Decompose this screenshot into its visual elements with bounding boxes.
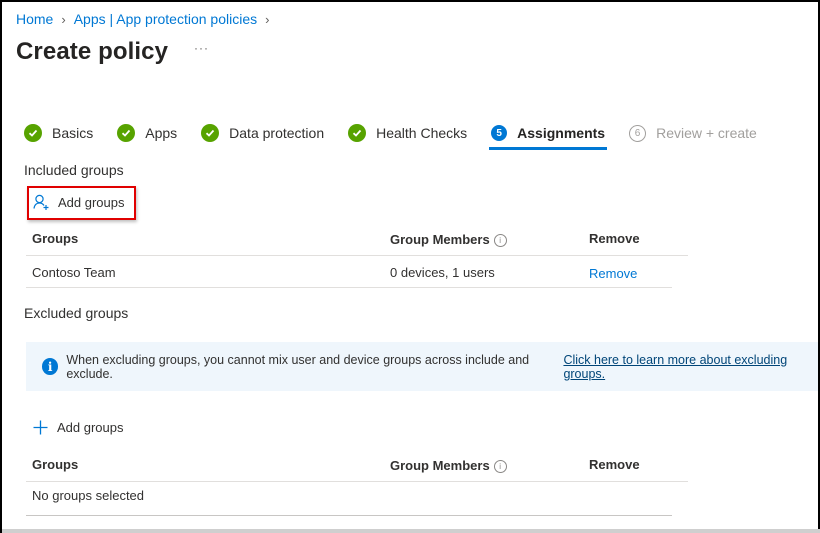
step-label: Assignments — [517, 125, 606, 141]
column-header-group-members: Group Members i — [390, 232, 507, 247]
step-assignments[interactable]: 5 Assignments — [489, 120, 607, 150]
info-icon[interactable]: i — [493, 234, 507, 247]
divider — [26, 255, 688, 256]
excluded-groups-label: Excluded groups — [24, 305, 129, 321]
frame-shadow — [2, 529, 820, 533]
step-health-checks[interactable]: Health Checks — [348, 120, 467, 146]
check-circle-icon — [24, 124, 42, 142]
page-title: Create policy — [16, 38, 169, 65]
remove-group-link[interactable]: Remove — [589, 266, 637, 281]
step-label: Apps — [145, 125, 178, 141]
step-label: Health Checks — [376, 125, 468, 141]
empty-state-text: No groups selected — [32, 488, 145, 503]
step-data-protection[interactable]: Data protection — [201, 120, 324, 146]
info-banner: i When excluding groups, you cannot mix … — [26, 342, 818, 391]
banner-text: When excluding groups, you cannot mix us… — [66, 352, 530, 381]
column-header-group-members: Group Members i — [390, 458, 507, 473]
plus-icon — [33, 420, 48, 435]
step-label: Data protection — [229, 125, 325, 141]
step-label: Basics — [52, 125, 94, 141]
column-header-remove: Remove — [589, 231, 640, 246]
add-excluded-groups-button[interactable]: Add groups — [33, 420, 124, 435]
step-apps[interactable]: Apps — [117, 120, 177, 146]
breadcrumb-home[interactable]: Home — [16, 11, 53, 27]
check-circle-icon — [117, 124, 136, 142]
column-header-remove: Remove — [589, 457, 640, 472]
column-header-groups: Groups — [32, 457, 79, 472]
column-header-groups: Groups — [32, 231, 79, 246]
column-header-label: Group Members — [390, 458, 490, 473]
title-row: Create policy ··· — [16, 38, 209, 66]
check-circle-icon — [348, 124, 367, 142]
step-review-create[interactable]: 6 Review + create — [629, 120, 757, 146]
column-header-label: Group Members — [390, 232, 490, 247]
step-basics[interactable]: Basics — [24, 120, 93, 146]
divider — [26, 481, 688, 482]
check-circle-icon — [201, 124, 220, 142]
chevron-right-icon: › — [265, 11, 270, 27]
window-frame: Home › Apps | App protection policies › … — [0, 0, 820, 533]
step-number-badge: 6 — [629, 124, 647, 142]
group-members-cell: 0 devices, 1 users — [390, 265, 495, 280]
learn-more-link[interactable]: Click here to learn more about excluding… — [563, 353, 818, 381]
step-number-badge: 5 — [491, 125, 508, 141]
info-icon: i — [42, 358, 59, 375]
add-groups-label: Add groups — [57, 420, 124, 435]
chevron-right-icon: › — [61, 11, 66, 27]
add-groups-label: Add groups — [58, 195, 125, 210]
add-user-icon — [33, 194, 50, 211]
included-groups-label: Included groups — [24, 162, 124, 178]
add-included-groups-button[interactable]: Add groups — [33, 194, 125, 211]
info-icon[interactable]: i — [493, 460, 507, 473]
more-options-icon[interactable]: ··· — [194, 41, 209, 55]
divider — [26, 515, 672, 516]
divider — [26, 287, 672, 288]
wizard-steps: Basics Apps Data protection Health Check… — [24, 120, 781, 150]
step-label: Review + create — [656, 125, 757, 141]
group-name-cell: Contoso Team — [32, 265, 116, 280]
breadcrumb-app-protection-policies[interactable]: Apps | App protection policies — [74, 11, 257, 27]
breadcrumb: Home › Apps | App protection policies › — [16, 11, 277, 27]
